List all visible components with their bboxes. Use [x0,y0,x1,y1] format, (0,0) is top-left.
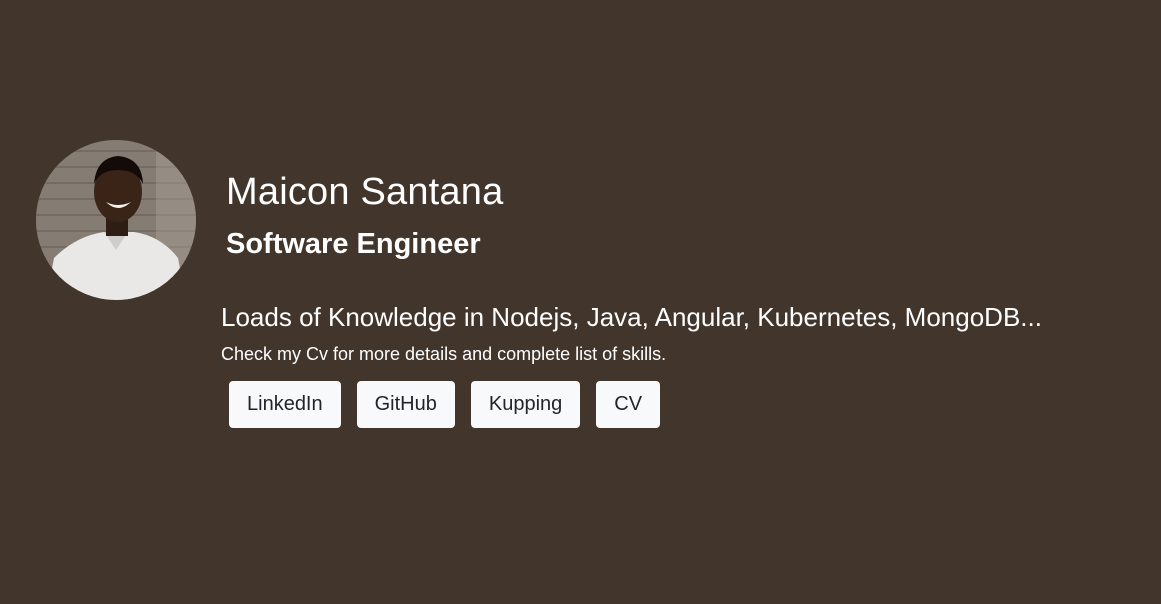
cv-button[interactable]: CV [596,381,661,428]
profile-page: Maicon Santana Software Engineer Loads o… [0,0,1161,604]
social-links: LinkedIn GitHub Kupping CV [229,381,661,428]
knowledge-summary: Loads of Knowledge in Nodejs, Java, Angu… [221,302,1042,332]
kupping-button[interactable]: Kupping [470,381,581,428]
cv-note: Check my Cv for more details and complet… [221,344,667,364]
profile-photo [36,140,196,300]
profile-name: Maicon Santana [226,171,504,213]
github-button[interactable]: GitHub [356,381,455,428]
avatar [36,140,196,300]
profile-role: Software Engineer [226,228,481,260]
linkedin-button[interactable]: LinkedIn [229,381,341,428]
